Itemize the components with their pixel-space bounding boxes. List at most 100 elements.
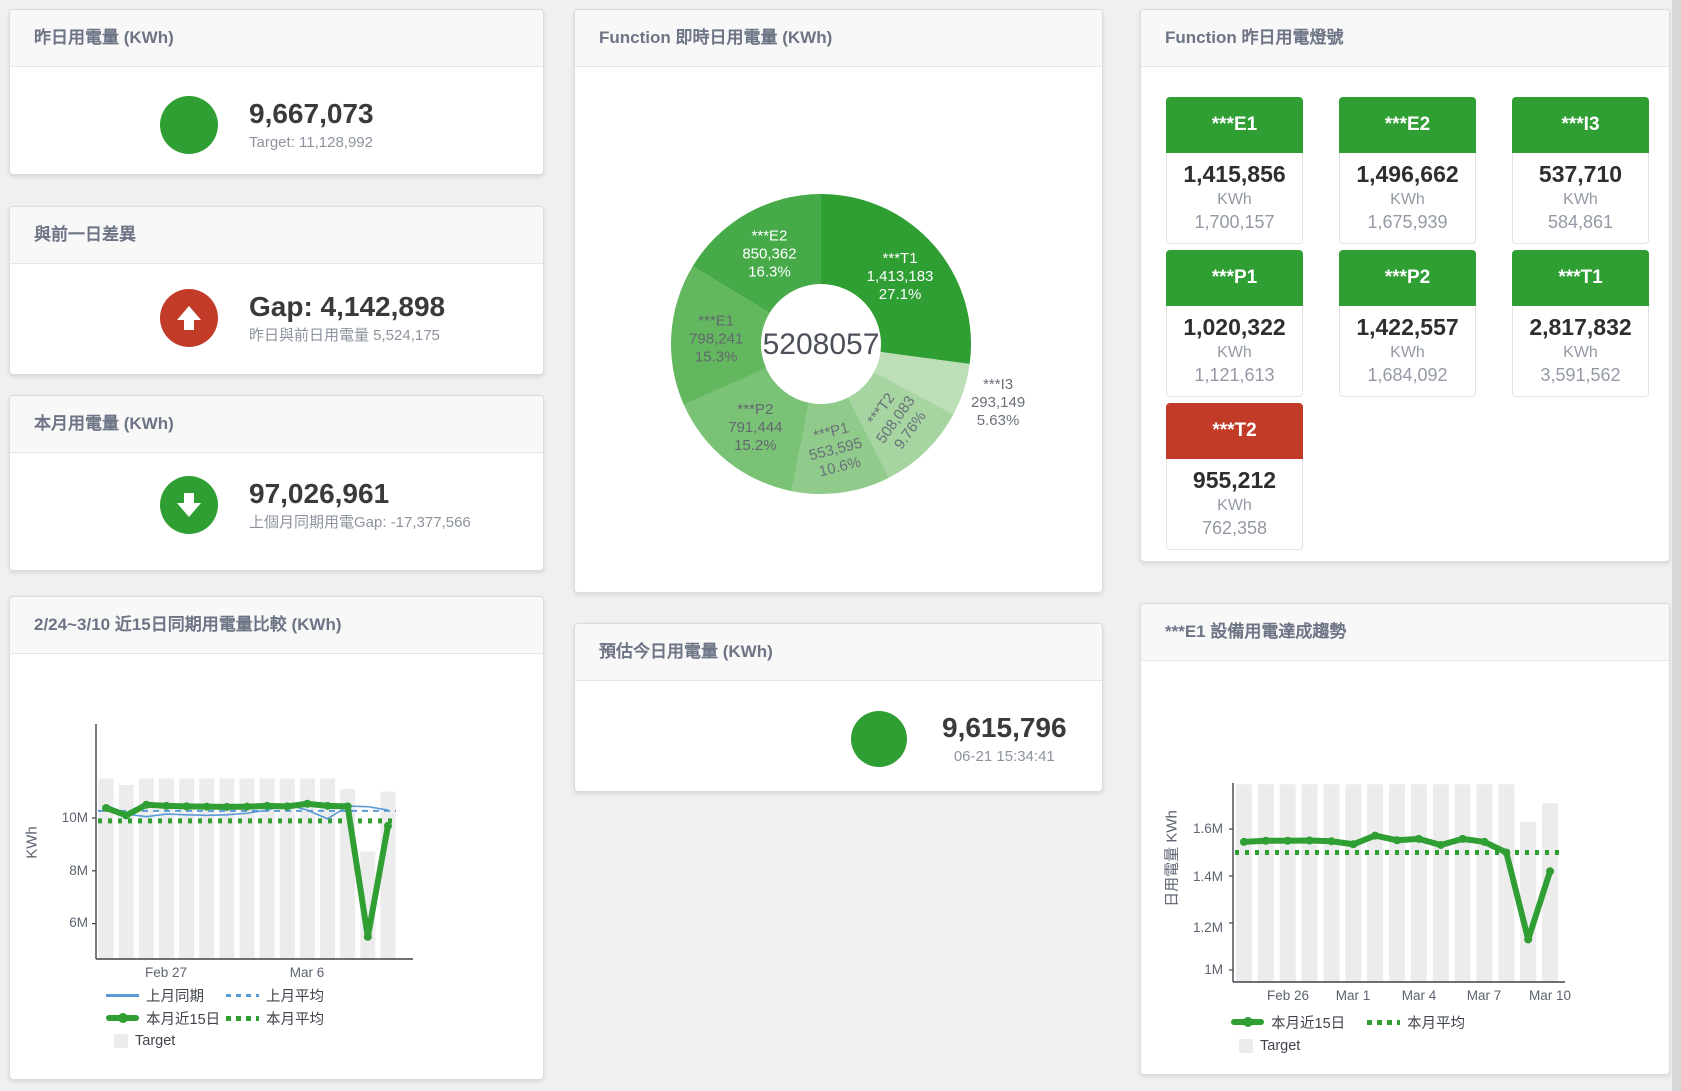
panel-header: 與前一日差異 (10, 207, 543, 264)
legend-label: Target (135, 1033, 175, 1049)
legend-dotted-green-icon (1367, 1020, 1400, 1025)
y-tick: 6M (40, 915, 88, 930)
data-point[interactable] (1546, 867, 1554, 875)
tile-name: ***T2 (1212, 420, 1256, 441)
stat-subtitle: 昨日與前日用電量 5,524,175 (249, 326, 445, 346)
target-bar (1367, 784, 1383, 982)
data-point[interactable] (1262, 837, 1270, 845)
panel-estimate-today: 預估今日用電量 (KWh) 9,615,796 06-21 15:34:41 (574, 623, 1103, 792)
data-point[interactable] (183, 802, 191, 810)
legend-item-this-month-avg[interactable]: 本月平均 (1367, 1013, 1465, 1031)
data-point[interactable] (162, 802, 170, 810)
donut-center-total: 5208057 (763, 328, 880, 361)
x-tick: Feb 27 (126, 965, 206, 980)
light-tile-p1: ***P1 1,020,322 KWh 1,121,613 (1166, 250, 1303, 397)
light-tile-p2: ***P2 1,422,557 KWh 1,684,092 (1339, 250, 1476, 397)
data-point[interactable] (364, 933, 372, 941)
data-point[interactable] (283, 802, 291, 810)
legend-item-this-month[interactable]: 本月近15日 (106, 1009, 220, 1027)
legend-item-this-month[interactable]: 本月近15日 (1231, 1013, 1345, 1031)
data-point[interactable] (1415, 835, 1423, 843)
donut-chart: ***T11,413,18327.1%***I3293,1495.63%***T… (575, 10, 1102, 592)
data-point[interactable] (203, 803, 211, 811)
panel-title: Function 即時日用電量 (KWh) (599, 10, 832, 66)
scrollbar[interactable] (1672, 0, 1681, 1091)
data-point[interactable] (223, 803, 231, 811)
data-point[interactable] (344, 802, 352, 810)
tile-value: 955,212 (1167, 466, 1302, 495)
y-axis-label: 日用電量 KWh (1161, 799, 1182, 919)
data-point[interactable] (1327, 837, 1335, 845)
panel-month-usage: 本月用電量 (KWh) 97,026,961 上個月同期用電Gap: -17,3… (9, 395, 544, 571)
tile-target-value: 1,684,092 (1340, 364, 1475, 387)
tile-unit: KWh (1167, 495, 1302, 517)
legend-line-blue-icon (106, 994, 139, 997)
tile-header: ***T1 (1512, 250, 1649, 306)
panel-title: 預估今日用電量 (KWh) (599, 624, 773, 680)
target-bar (1258, 784, 1274, 982)
data-point[interactable] (1480, 838, 1488, 846)
legend-item-last-month-avg[interactable]: 上月平均 (226, 986, 324, 1004)
target-bar (1389, 784, 1405, 982)
panel-header: 預估今日用電量 (KWh) (575, 624, 1102, 681)
status-circle-icon (851, 711, 907, 767)
data-point[interactable] (1502, 849, 1510, 857)
stat-value: 97,026,961 (249, 478, 471, 510)
tile-header: ***P2 (1339, 250, 1476, 306)
target-bar (1476, 784, 1492, 982)
stat-value: 9,615,796 (942, 712, 1067, 744)
data-point[interactable] (1240, 838, 1248, 846)
target-bar (1345, 784, 1361, 982)
panel-realtime-donut: ***T11,413,18327.1%***I3293,1495.63%***T… (574, 9, 1103, 593)
data-point[interactable] (324, 802, 332, 810)
panel-title: ***E1 設備用電達成趨勢 (1165, 604, 1346, 660)
panel-title: 與前一日差異 (34, 207, 136, 263)
data-point[interactable] (384, 822, 392, 830)
data-point[interactable] (142, 801, 150, 809)
data-point[interactable] (243, 803, 251, 811)
panel-header: 2/24~3/10 近15日同期用電量比較 (KWh) (10, 597, 543, 654)
target-bar (1433, 784, 1449, 982)
legend-item-this-month-avg[interactable]: 本月平均 (226, 1009, 324, 1027)
tile-name: ***P2 (1385, 267, 1430, 288)
y-tick: 1.2M (1175, 920, 1223, 935)
data-point[interactable] (1371, 832, 1379, 840)
data-point[interactable] (1393, 836, 1401, 844)
up-arrow-icon (160, 289, 218, 347)
legend-label: 本月平均 (266, 1008, 324, 1029)
data-point[interactable] (102, 804, 110, 812)
tile-unit: KWh (1513, 342, 1648, 364)
legend-label: 上月平均 (266, 985, 324, 1006)
tile-target-value: 762,358 (1167, 517, 1302, 540)
legend-item-last-month[interactable]: 上月同期 (106, 986, 204, 1004)
down-arrow-icon (160, 476, 218, 534)
panel-header: 昨日用電量 (KWh) (10, 10, 543, 67)
data-point[interactable] (1459, 835, 1467, 843)
data-point[interactable] (122, 811, 130, 819)
legend-item-target[interactable]: Target (1239, 1037, 1300, 1055)
tile-unit: KWh (1340, 342, 1475, 364)
data-point[interactable] (1437, 841, 1445, 849)
x-tick: Feb 26 (1253, 988, 1323, 1003)
tile-header: ***P1 (1166, 250, 1303, 306)
legend-label: 上月同期 (146, 985, 204, 1006)
x-tick: Mar 4 (1384, 988, 1454, 1003)
tile-target-value: 1,675,939 (1340, 211, 1475, 234)
data-point[interactable] (263, 802, 271, 810)
data-point[interactable] (1306, 837, 1314, 845)
x-tick: Mar 1 (1318, 988, 1388, 1003)
data-point[interactable] (303, 800, 311, 808)
tile-name: ***I3 (1561, 114, 1599, 135)
target-bar (1520, 822, 1536, 982)
tile-target-value: 3,591,562 (1513, 364, 1648, 387)
target-bar (1280, 784, 1296, 982)
x-tick: Mar 10 (1515, 988, 1585, 1003)
data-point[interactable] (1524, 935, 1532, 943)
light-tile-i3: ***I3 537,710 KWh 584,861 (1512, 97, 1649, 244)
data-point[interactable] (1284, 837, 1292, 845)
data-point[interactable] (1349, 840, 1357, 848)
legend-dotted-green-icon (226, 1016, 259, 1021)
panel-yesterday-usage: 昨日用電量 (KWh) 9,667,073 Target: 11,128,992 (9, 9, 544, 175)
tile-name: ***E2 (1385, 114, 1430, 135)
legend-item-target[interactable]: Target (114, 1032, 175, 1050)
